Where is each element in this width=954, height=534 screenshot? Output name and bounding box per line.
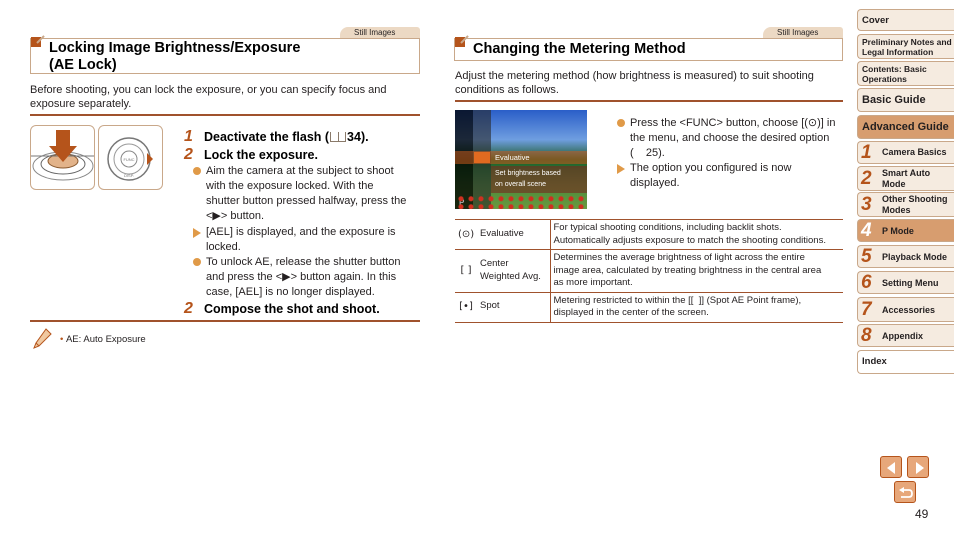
step-2: 2 Lock the exposure. [184,146,318,163]
nav-chapter-3[interactable]: 3 Other Shooting Modes [857,192,954,217]
nav-preliminary-notes[interactable]: Preliminary Notes and Legal Information [857,34,954,59]
nav-chapter-7[interactable]: 7 Accessories [857,297,954,322]
bullet-unlock-ae: To unlock AE, release the shutter button… [193,255,423,300]
divider [30,114,420,116]
table-row: (⊙) Evaluative For typical shooting condi… [455,219,843,250]
nav-chapter-8[interactable]: 8 Appendix [857,324,954,347]
bullet-press-func: Press the <FUNC> button, choose [(⊙)] in… [617,116,847,161]
return-button[interactable] [894,481,916,503]
bullet-aim-camera: Aim the camera at the subject to shoot w… [193,164,423,224]
evaluative-metering-icon: (⊙) [458,228,475,240]
section-title: Changing the Metering Method [473,41,686,57]
table-row: [•] Spot Metering restricted to within th… [455,291,843,323]
nav-chapter-1[interactable]: 1 Camera Basics [857,141,954,164]
section-title-line2: (AE Lock) [49,57,117,73]
shutter-button-illustration [30,125,95,190]
metering-methods-table: (⊙) Evaluative For typical shooting condi… [455,219,843,323]
arrow-left-icon [887,462,895,474]
nav-chapter-4[interactable]: 4P Mode [857,219,954,242]
svg-text:FUNC: FUNC [123,157,134,162]
intro-text: Before shooting, you can lock the exposu… [30,84,387,110]
screen-hint: Set brightness based on overall scene [495,170,561,188]
intro-text: Adjust the metering method (how brightne… [455,70,814,96]
bullet-ael-displayed: [AEL] is displayed, and the exposure is … [193,225,423,255]
nav-contents-basic-operations[interactable]: Contents: Basic Operations [857,61,954,86]
nav-cover[interactable]: Cover [857,9,954,31]
divider [30,320,420,322]
step-3: 2 Compose the shot and shoot. [184,300,380,317]
section-header-ae-lock: Locking Image Brightness/Exposure (AE Lo… [30,35,420,74]
screen-menu-label: Evaluative [495,153,530,162]
spot-metering-icon: [•] [459,301,473,313]
nav-chapter-2[interactable]: 2 Smart Auto Mode [857,166,954,191]
note-ae-auto-exposure: • AE: Auto Exposure [60,334,146,345]
previous-page-button[interactable] [880,456,902,478]
center-weighted-metering-icon: [ ] [460,265,472,277]
nav-chapter-6[interactable]: 6 Setting Menu [857,271,954,294]
nav-basic-guide[interactable]: Basic Guide [857,88,954,112]
still-images-tag-left: Still Images [340,27,420,38]
nav-index[interactable]: Index [857,350,954,374]
book-reference-icon [330,132,347,142]
camera-screen-image: Evaluative Set brightness based on overa… [455,110,587,209]
return-icon [899,487,913,498]
step-1: 1 Deactivate the flash (34). [184,128,369,145]
section-header-metering: Changing the Metering Method [454,35,843,61]
divider [455,100,843,102]
arrow-right-icon [916,462,924,474]
bullet-option-displayed: The option you configured is now display… [617,161,847,191]
next-page-button[interactable] [907,456,929,478]
nav-chapter-5[interactable]: 5 Playback Mode [857,245,954,268]
page-reference-link[interactable]: 34). [347,130,369,144]
still-images-tag-right: Still Images [763,27,843,38]
page-number: 49 [915,507,929,521]
pencil-note-icon [32,328,52,350]
section-title-line1: Locking Image Brightness/Exposure [49,40,301,56]
control-dial-illustration: FUNC DISP. [98,125,163,190]
table-row: [ ] Center Weighted Avg. Determines the av… [455,249,843,293]
svg-text:DISP.: DISP. [124,173,134,178]
nav-advanced-guide[interactable]: Advanced Guide [857,115,954,139]
